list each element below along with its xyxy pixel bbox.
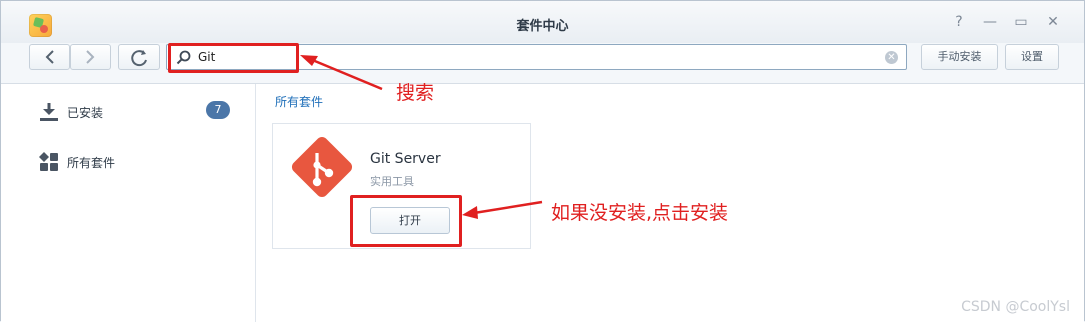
sidebar-item-label: 已安装: [67, 106, 104, 120]
package-name: Git Server: [370, 151, 441, 167]
grid-icon: [39, 152, 58, 171]
refresh-button[interactable]: [118, 44, 160, 70]
window-title: 套件中心: [516, 19, 569, 34]
package-category: 实用工具: [370, 175, 414, 188]
installed-count-badge: 7: [206, 101, 230, 119]
manual-install-button[interactable]: 手动安装: [921, 44, 998, 70]
back-button[interactable]: [29, 44, 70, 70]
maximize-icon[interactable]: ▭: [1012, 13, 1030, 31]
watermark: CSDN @CoolYsl: [961, 299, 1070, 315]
clear-icon[interactable]: ✕: [885, 51, 898, 64]
install-arrow-icon: [462, 200, 543, 219]
refresh-icon: [131, 50, 147, 67]
chevron-left-icon: [45, 50, 54, 64]
navigation-buttons: [29, 44, 111, 70]
package-center-window: 套件中心 ? — ▭ ✕ Git ✕ 手动安装 设置 已安装 7 所有套件 所有…: [0, 0, 1085, 322]
minimize-icon[interactable]: —: [981, 13, 999, 31]
settings-button[interactable]: 设置: [1005, 44, 1059, 70]
git-logo-icon: [291, 136, 353, 198]
help-icon[interactable]: ?: [950, 13, 968, 31]
close-icon[interactable]: ✕: [1044, 13, 1062, 31]
search-annotation: 搜索: [396, 82, 435, 104]
search-highlight-box: [168, 43, 299, 73]
sidebar-item-label: 所有套件: [67, 156, 116, 170]
forward-button[interactable]: [70, 44, 111, 70]
open-button-highlight-box: [350, 195, 462, 247]
search-arrow-icon: [300, 55, 383, 91]
download-icon: [40, 103, 58, 121]
chevron-right-icon: [86, 50, 95, 64]
title-bar: 套件中心 ? — ▭ ✕: [1, 1, 1084, 43]
install-annotation: 如果没安装,点击安装: [551, 202, 729, 224]
